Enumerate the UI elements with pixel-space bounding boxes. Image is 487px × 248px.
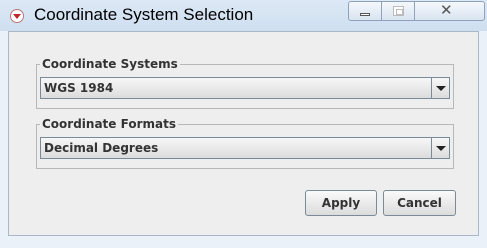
window-title: Coordinate System Selection <box>34 5 254 24</box>
coordinate-formats-legend: Coordinate Formats <box>40 117 178 131</box>
maximize-icon <box>393 6 404 16</box>
app-icon <box>10 9 24 23</box>
minimize-icon <box>360 13 370 16</box>
coordinate-systems-group: Coordinate Systems WGS 1984 <box>36 57 454 109</box>
apply-button[interactable]: Apply <box>305 190 377 216</box>
maximize-button[interactable] <box>382 1 415 21</box>
coordinate-system-value: WGS 1984 <box>44 81 114 95</box>
coordinate-formats-group: Coordinate Formats Decimal Degrees <box>36 117 454 169</box>
close-icon: ✕ <box>440 2 453 19</box>
chevron-down-icon[interactable] <box>431 78 449 98</box>
minimize-button[interactable] <box>348 1 382 21</box>
close-button[interactable]: ✕ <box>415 1 485 21</box>
coordinate-system-dropdown[interactable]: WGS 1984 <box>40 77 450 99</box>
coordinate-format-value: Decimal Degrees <box>44 141 159 155</box>
coordinate-format-dropdown[interactable]: Decimal Degrees <box>40 137 450 159</box>
chevron-down-icon[interactable] <box>431 138 449 158</box>
dialog-content: Coordinate Systems WGS 1984 Coordinate F… <box>8 31 479 236</box>
cancel-button[interactable]: Cancel <box>383 190 456 216</box>
coordinate-systems-legend: Coordinate Systems <box>40 57 180 71</box>
title-bar[interactable]: Coordinate System Selection ✕ <box>0 0 487 31</box>
